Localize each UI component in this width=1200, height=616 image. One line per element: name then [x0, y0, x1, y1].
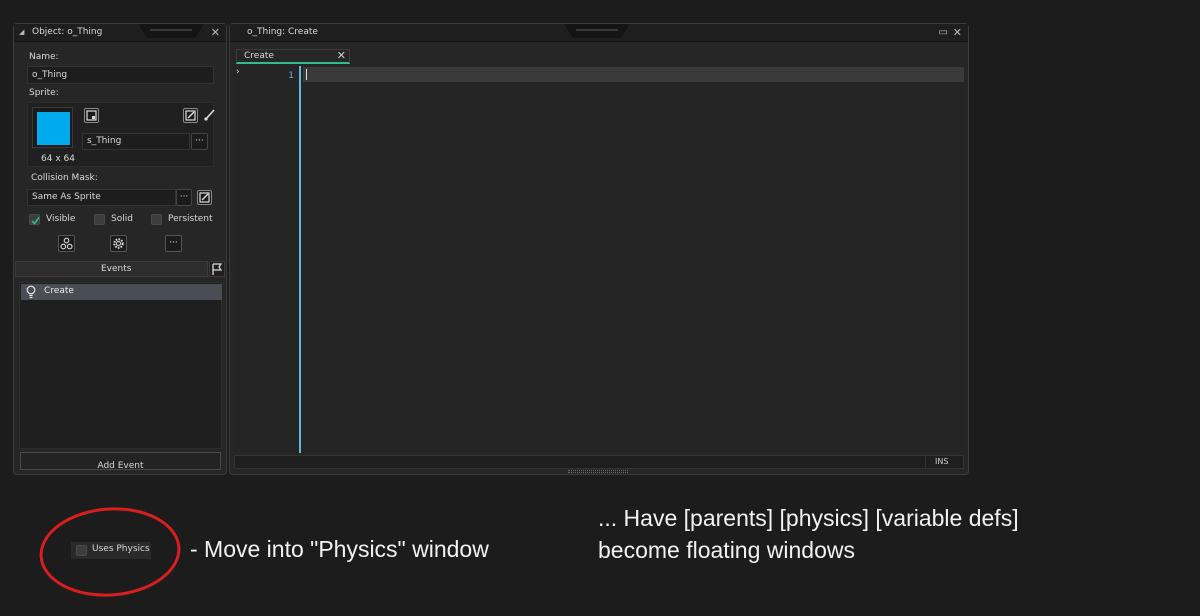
- code-window: o_Thing: Create ▭ ✕ Create ✕ › 1 INS: [229, 23, 969, 475]
- annotation-note-right-line1: ... Have [parents] [physics] [variable d…: [598, 505, 1019, 531]
- annotation-note-right-line2: become floating windows: [598, 537, 855, 563]
- name-label: Name:: [29, 52, 59, 62]
- paint-sprite-button[interactable]: [203, 108, 218, 123]
- events-header-label: Events: [101, 264, 132, 274]
- solid-label: Solid: [111, 214, 133, 224]
- close-icon[interactable]: ✕: [211, 24, 220, 41]
- edit-image-icon: [185, 110, 196, 121]
- titlebar-grip-decoration: [138, 24, 204, 38]
- collapse-triangle-icon[interactable]: ◢: [19, 24, 24, 41]
- status-bar: INS: [234, 455, 964, 469]
- more-options-button[interactable]: ···: [165, 235, 182, 252]
- sprite-browse-button[interactable]: ···: [191, 133, 208, 150]
- event-item-create[interactable]: Create: [21, 284, 222, 300]
- events-list: Create: [19, 282, 222, 449]
- collision-mask-field[interactable]: Same As Sprite: [27, 189, 176, 206]
- code-window-titlebar[interactable]: o_Thing: Create ▭ ✕: [230, 24, 968, 42]
- name-input[interactable]: o_Thing: [27, 66, 214, 84]
- code-editor[interactable]: › 1: [234, 66, 964, 453]
- edit-image-icon: [199, 192, 210, 203]
- visible-label: Visible: [46, 214, 76, 224]
- status-mode: INS: [935, 457, 949, 466]
- sprite-size: 64 x 64: [41, 154, 75, 164]
- events-header: Events: [15, 261, 208, 277]
- edit-sprite-button[interactable]: [183, 108, 198, 123]
- close-icon[interactable]: ✕: [953, 24, 962, 41]
- status-mode-box: INS: [925, 456, 963, 468]
- new-sprite-icon: [86, 110, 97, 121]
- sprite-name-field[interactable]: s_Thing: [82, 133, 190, 150]
- resize-grip[interactable]: [568, 470, 628, 473]
- tab-create[interactable]: Create ✕: [236, 49, 350, 64]
- solid-checkbox[interactable]: [94, 214, 105, 225]
- physics-button[interactable]: [110, 235, 127, 252]
- add-event-button[interactable]: Add Event: [20, 452, 221, 471]
- check-icon: [31, 217, 40, 225]
- sprite-preview[interactable]: [32, 107, 73, 148]
- text-cursor: [306, 69, 307, 80]
- collision-mask-label: Collision Mask:: [31, 173, 98, 183]
- annotation-note-left: - Move into "Physics" window: [190, 536, 489, 562]
- sprite-label: Sprite:: [29, 88, 59, 98]
- code-window-title: o_Thing: Create: [247, 27, 318, 37]
- add-event-label: Add Event: [97, 461, 144, 471]
- persistent-checkbox[interactable]: [151, 214, 162, 225]
- visible-checkbox[interactable]: [29, 214, 40, 225]
- brush-icon: [204, 109, 215, 121]
- gear-icon: [113, 238, 124, 249]
- parent-button[interactable]: [58, 235, 75, 252]
- line-number: 1: [288, 71, 294, 81]
- events-flag-button[interactable]: [209, 261, 225, 277]
- red-highlight-circle: [39, 507, 181, 597]
- persistent-label: Persistent: [168, 214, 213, 224]
- object-window: ◢ Object: o_Thing ✕ Name: o_Thing Sprite…: [13, 23, 227, 475]
- titlebar-grip-decoration: [564, 24, 630, 38]
- lightbulb-icon: [26, 285, 36, 299]
- tab-create-label: Create: [244, 51, 274, 61]
- object-window-title: Object: o_Thing: [32, 27, 103, 37]
- parent-hierarchy-icon: [60, 237, 73, 250]
- maximize-icon[interactable]: ▭: [939, 24, 948, 41]
- sprite-color-swatch: [37, 112, 70, 145]
- event-label: Create: [44, 286, 74, 296]
- tab-close-icon[interactable]: ✕: [337, 49, 346, 62]
- collision-mask-browse-button[interactable]: ···: [176, 189, 192, 206]
- new-sprite-button[interactable]: [84, 108, 99, 123]
- object-window-titlebar[interactable]: ◢ Object: o_Thing ✕: [14, 24, 226, 42]
- current-line-highlight: [303, 67, 964, 82]
- edit-mask-button[interactable]: [197, 190, 212, 205]
- sprite-area: 64 x 64 s_Thing ···: [27, 102, 215, 167]
- line-number-gutter: 1: [234, 66, 301, 453]
- flag-icon: [212, 263, 223, 275]
